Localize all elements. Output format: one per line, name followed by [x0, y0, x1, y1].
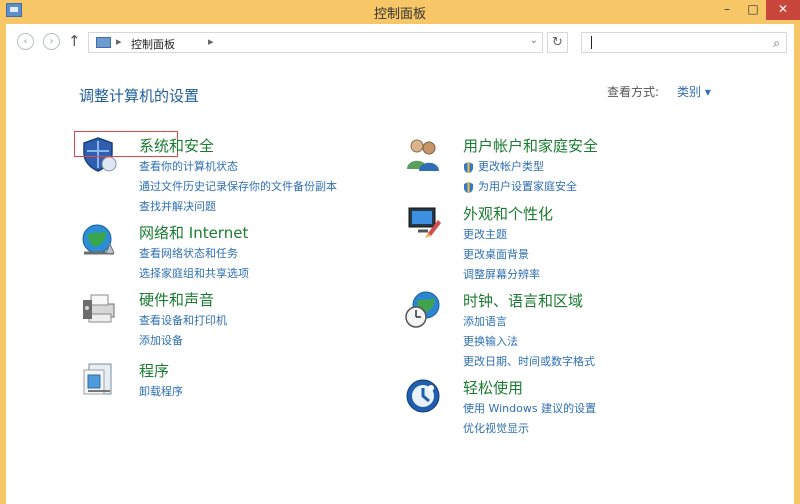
search-input[interactable]: [582, 33, 762, 52]
task-link[interactable]: 使用 Windows 建议的设置: [463, 399, 596, 419]
task-link[interactable]: 添加设备: [139, 331, 227, 351]
up-button[interactable]: ↑: [68, 31, 82, 51]
category-title[interactable]: 用户帐户和家庭安全: [463, 135, 598, 156]
task-link[interactable]: 为用户设置家庭安全: [463, 177, 577, 197]
category-title[interactable]: 轻松使用: [463, 377, 523, 398]
task-link-label: 更改帐户类型: [478, 160, 544, 173]
close-button[interactable]: ✕: [766, 0, 800, 20]
task-link[interactable]: 选择家庭组和共享选项: [139, 264, 249, 284]
page-title: 调整计算机的设置: [79, 87, 200, 105]
task-link[interactable]: 查看网络状态和任务: [139, 244, 249, 264]
uac-shield-icon: [464, 181, 473, 193]
task-link[interactable]: 调整屏幕分辨率: [463, 265, 540, 285]
control-panel-window: ‹ › ↑ ▸ 控制面板 ▸ ⌄ ↻ ⌕ 调整计算机的设置 查看方式: 类别 ▾…: [6, 24, 794, 504]
refresh-button[interactable]: ↻: [547, 32, 568, 53]
task-link[interactable]: 更改桌面背景: [463, 245, 540, 265]
task-link-label: 为用户设置家庭安全: [478, 180, 577, 193]
globe-network-icon: [82, 224, 115, 255]
control-panel-small-icon: [96, 37, 111, 48]
address-dropdown-button[interactable]: ⌄: [530, 35, 538, 46]
maximize-button[interactable]: □: [740, 0, 766, 20]
task-link[interactable]: 卸载程序: [139, 382, 183, 402]
breadcrumb-separator-icon: ▸: [116, 35, 122, 48]
text-cursor: [591, 36, 592, 49]
task-link[interactable]: 更改帐户类型: [463, 157, 577, 177]
back-button[interactable]: ‹: [17, 33, 34, 50]
search-box[interactable]: ⌕: [581, 32, 787, 53]
address-bar[interactable]: ▸ 控制面板 ▸ ⌄: [88, 32, 543, 53]
view-by-dropdown[interactable]: 类别 ▾: [677, 83, 711, 100]
monitor-paint-icon: [408, 207, 441, 238]
task-link[interactable]: 查找并解决问题: [139, 197, 337, 217]
category-title[interactable]: 网络和 Internet: [139, 222, 248, 243]
view-by-label: 查看方式:: [607, 85, 660, 99]
uac-shield-icon: [464, 161, 473, 173]
task-link[interactable]: 通过文件历史记录保存你的文件备份副本: [139, 177, 337, 197]
ease-of-access-icon: [406, 379, 440, 413]
printer-icon: [83, 294, 115, 323]
breadcrumb-control-panel[interactable]: 控制面板: [131, 36, 175, 52]
task-link[interactable]: 添加语言: [463, 312, 595, 332]
clock-globe-icon: [405, 291, 440, 328]
category-title[interactable]: 硬件和声音: [139, 289, 214, 310]
forward-button[interactable]: ›: [43, 33, 60, 50]
navigation-toolbar: ‹ › ↑ ▸ 控制面板 ▸ ⌄ ↻ ⌕: [6, 24, 794, 60]
minimize-button[interactable]: –: [714, 0, 740, 20]
category-title[interactable]: 时钟、语言和区域: [463, 290, 583, 311]
task-link[interactable]: 查看你的计算机状态: [139, 157, 337, 177]
task-link[interactable]: 查看设备和打印机: [139, 311, 227, 331]
programs-icon: [83, 363, 112, 395]
breadcrumb-separator-icon: ▸: [208, 35, 214, 48]
search-icon[interactable]: ⌕: [773, 36, 780, 51]
users-icon: [407, 139, 439, 171]
title-bar: 控制面板 – □ ✕: [0, 0, 800, 24]
category-title[interactable]: 系统和安全: [139, 135, 214, 156]
task-link[interactable]: 优化视觉显示: [463, 419, 596, 439]
category-title[interactable]: 程序: [139, 360, 169, 381]
task-link[interactable]: 更改主题: [463, 225, 540, 245]
window-title: 控制面板: [373, 7, 426, 22]
task-link[interactable]: 更改日期、时间或数字格式: [463, 352, 595, 372]
category-title[interactable]: 外观和个性化: [463, 203, 553, 224]
task-link[interactable]: 更换输入法: [463, 332, 595, 352]
